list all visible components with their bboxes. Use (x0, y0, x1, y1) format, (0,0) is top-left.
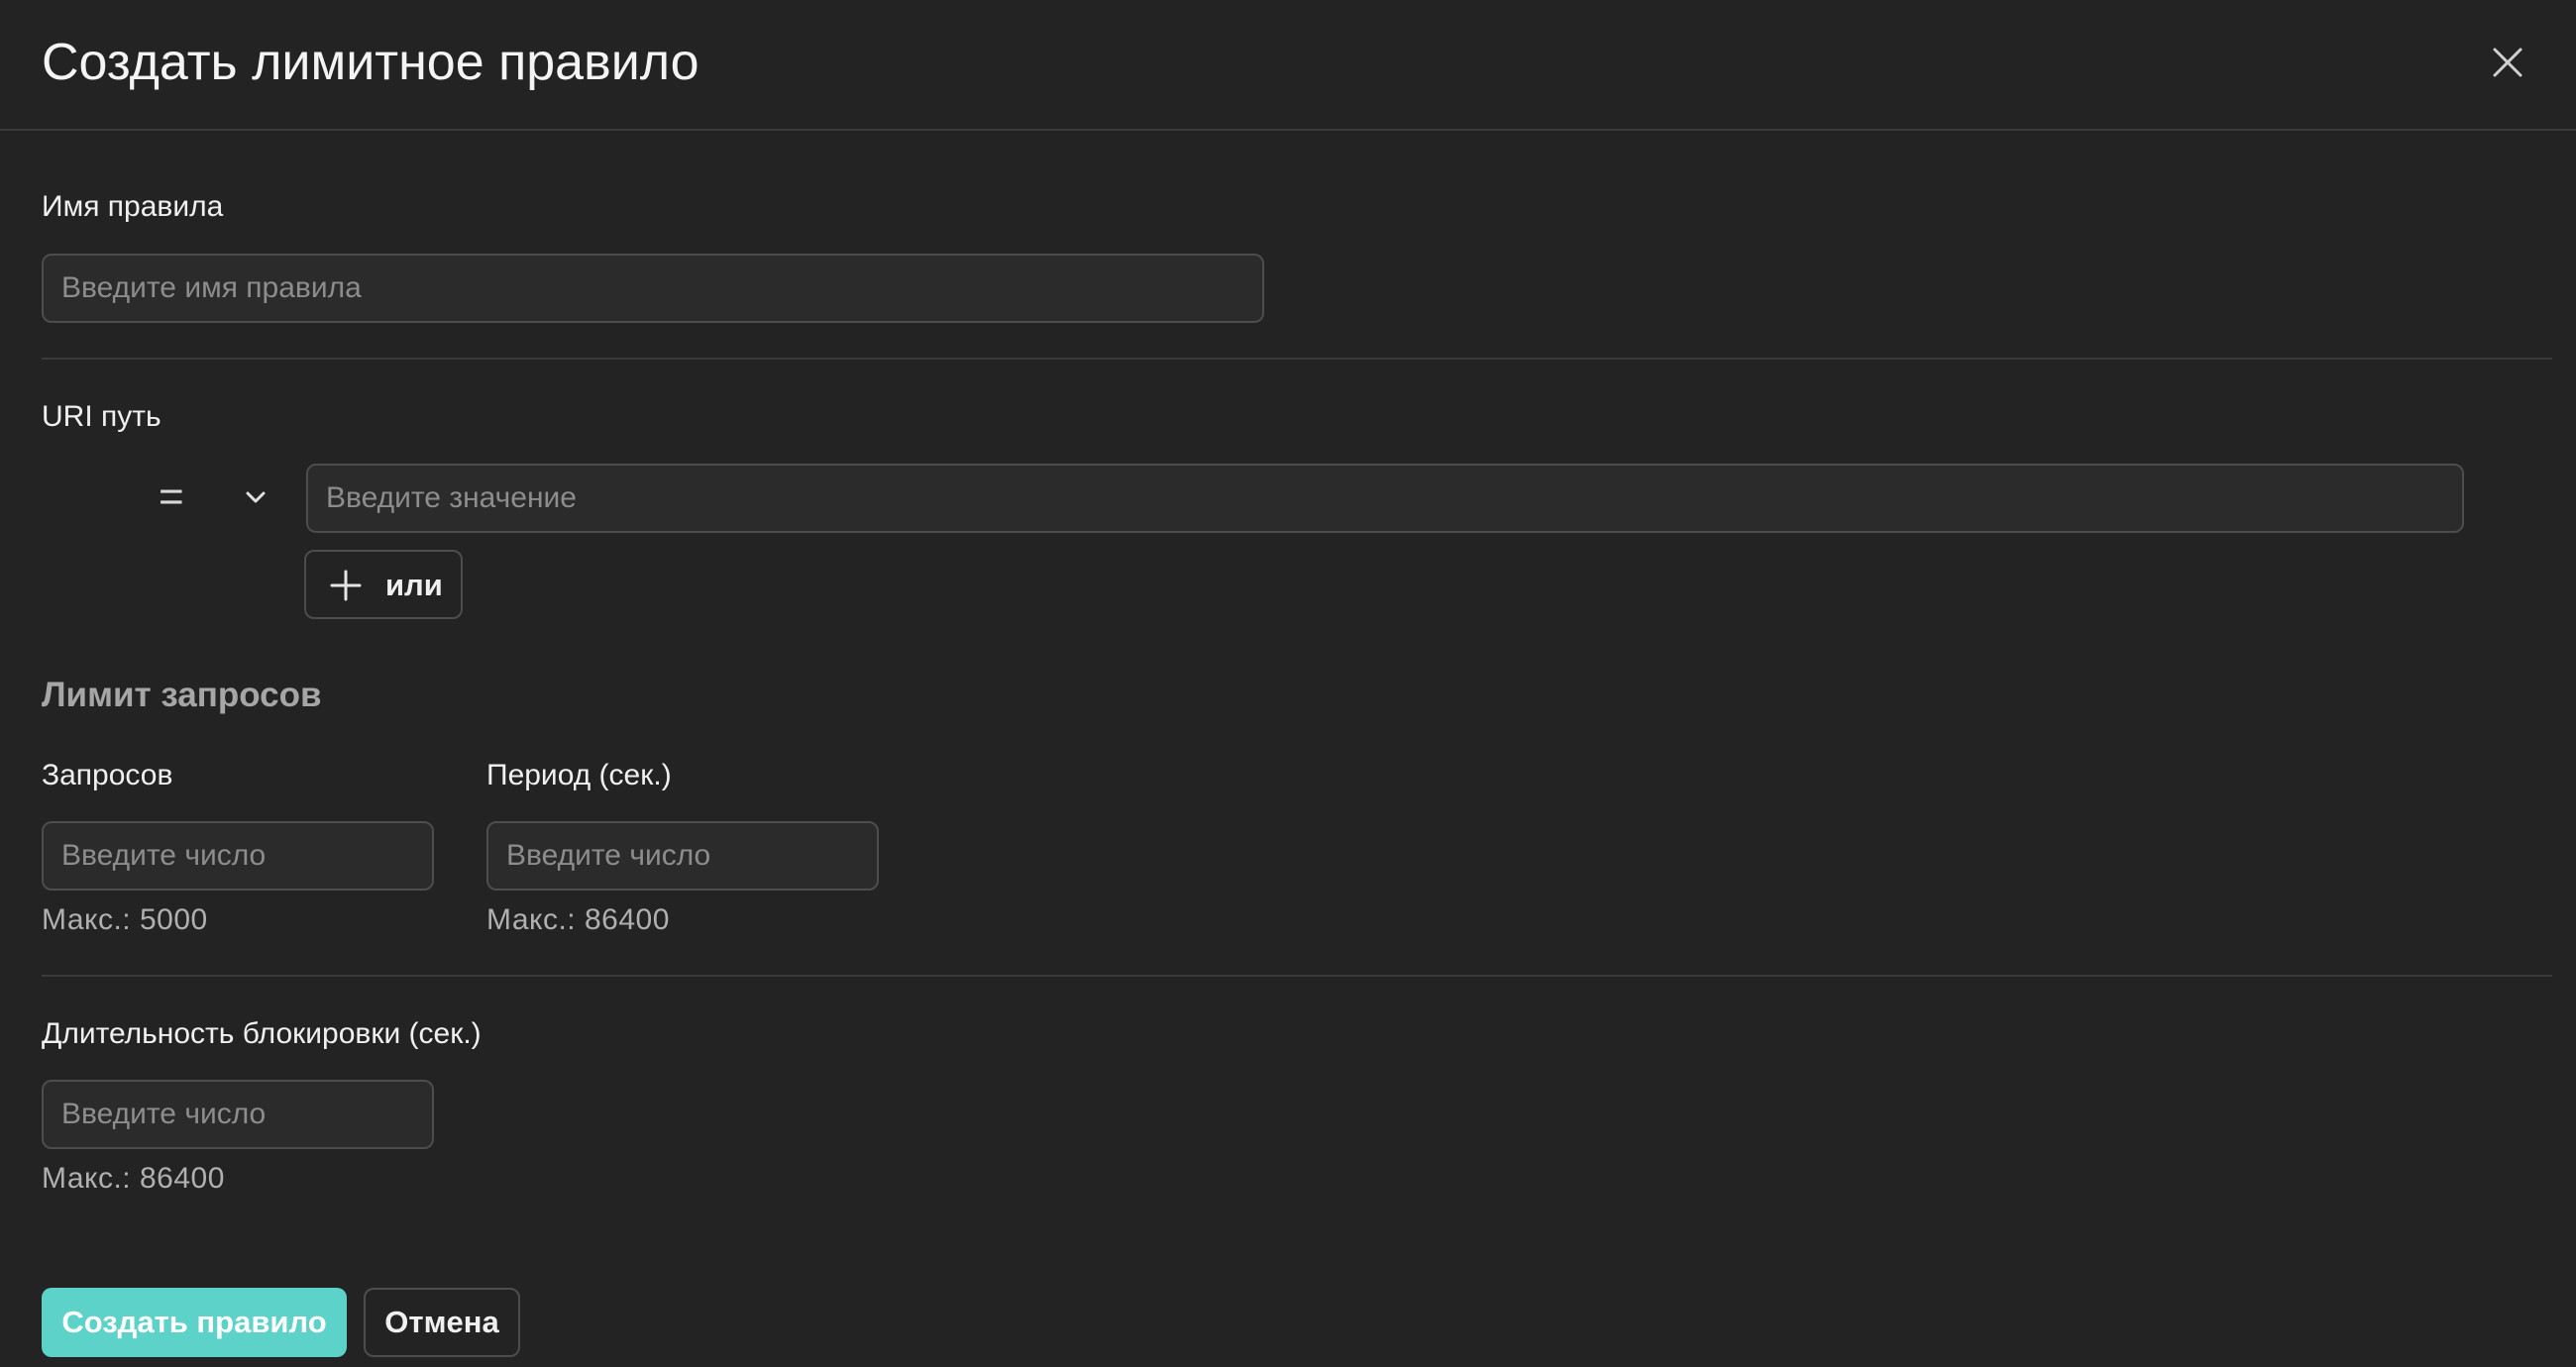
block-duration-input[interactable] (42, 1080, 434, 1149)
uri-path-label: URI путь (42, 400, 161, 433)
period-label: Период (сек.) (486, 759, 672, 791)
rule-name-input[interactable] (42, 254, 1264, 323)
close-icon (2493, 48, 2522, 77)
plus-icon (330, 570, 362, 606)
dialog-header: Создать лимитное правило (0, 0, 2576, 131)
cancel-button[interactable]: Отмена (364, 1288, 520, 1357)
divider (42, 975, 2552, 977)
add-or-condition-button[interactable]: или (304, 550, 463, 619)
uri-operator-select[interactable]: = (149, 472, 277, 523)
divider (42, 358, 2552, 360)
chevron-down-icon (244, 485, 268, 514)
close-button[interactable] (2483, 38, 2532, 87)
block-duration-max-hint: Макс.: 86400 (42, 1162, 225, 1195)
period-max-hint: Макс.: 86400 (486, 903, 670, 936)
uri-value-input[interactable] (306, 464, 2464, 533)
dialog-title: Создать лимитное правило (42, 34, 699, 91)
block-duration-label: Длительность блокировки (сек.) (42, 1017, 482, 1050)
period-input[interactable] (486, 821, 879, 891)
requests-max-hint: Макс.: 5000 (42, 903, 208, 936)
operator-value: = (159, 473, 184, 521)
create-rule-button[interactable]: Создать правило (42, 1288, 347, 1357)
create-limit-rule-dialog: Создать лимитное правило Имя правила URI… (0, 0, 2576, 1367)
rate-limit-section-title: Лимит запросов (42, 676, 322, 714)
or-button-label: или (385, 568, 443, 602)
requests-input[interactable] (42, 821, 434, 891)
requests-label: Запросов (42, 759, 173, 791)
rule-name-label: Имя правила (42, 190, 224, 223)
